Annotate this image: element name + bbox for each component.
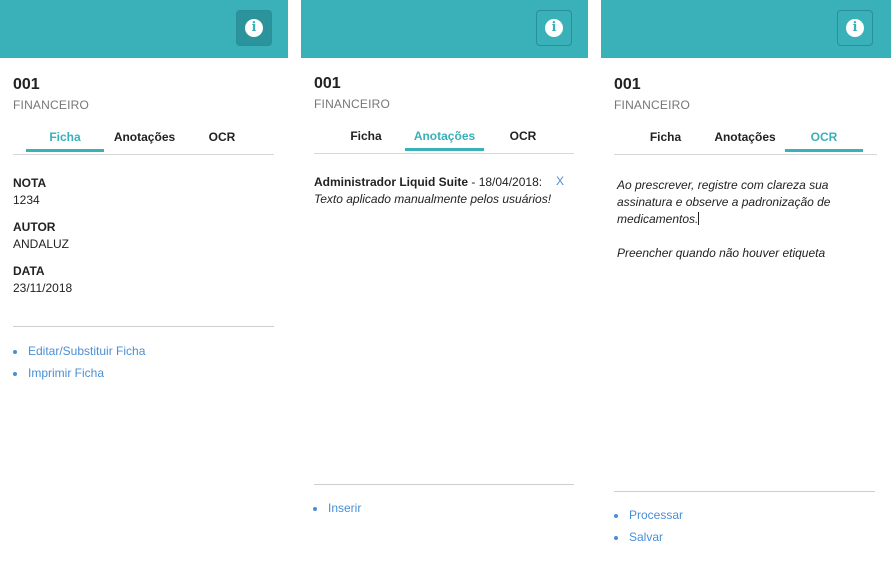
divider <box>614 491 875 492</box>
tab-ficha[interactable]: Ficha <box>26 128 104 152</box>
field-label-nota: NOTA <box>13 176 47 190</box>
edit-replace-ficha-link[interactable]: Editar/Substituir Ficha <box>13 344 146 358</box>
tab-anotacoes[interactable]: Anotações <box>405 127 484 151</box>
ocr-paragraph-1: Ao prescrever, registre com clareza sua … <box>617 178 831 226</box>
tab-ocr[interactable]: OCR <box>486 127 560 151</box>
field-label-data: DATA <box>13 264 45 278</box>
ocr-panel: i 001 FINANCEIRO Ficha Anotações OCR Ao … <box>601 0 891 566</box>
link-label: Editar/Substituir Ficha <box>28 344 146 358</box>
field-value-nota: 1234 <box>13 193 40 207</box>
info-button[interactable]: i <box>837 10 873 46</box>
tab-anotacoes[interactable]: Anotações <box>705 128 785 152</box>
tab-bar: Ficha Anotações OCR <box>314 127 574 154</box>
panel-header: i <box>301 0 588 58</box>
ocr-text-area[interactable]: Ao prescrever, registre com clareza sua … <box>617 177 879 262</box>
field-value-data: 23/11/2018 <box>13 281 73 295</box>
record-code: 001 <box>314 75 341 92</box>
tab-ocr[interactable]: OCR <box>785 128 863 152</box>
record-department: FINANCEIRO <box>13 98 90 112</box>
tab-ficha[interactable]: Ficha <box>627 128 704 152</box>
annotation-author: Administrador Liquid Suite <box>314 175 469 189</box>
text-caret <box>698 212 700 225</box>
tab-ficha[interactable]: Ficha <box>328 127 404 151</box>
anotacoes-panel: i 001 FINANCEIRO Ficha Anotações OCR Adm… <box>301 0 588 566</box>
bullet-icon <box>13 350 17 354</box>
process-link[interactable]: Processar <box>614 508 684 522</box>
bullet-icon <box>614 536 618 540</box>
annotation-date: 18/04/2018: <box>478 175 543 189</box>
tab-ocr[interactable]: OCR <box>185 128 259 152</box>
link-label: Inserir <box>328 501 362 515</box>
record-department: FINANCEIRO <box>314 97 391 111</box>
record-department: FINANCEIRO <box>614 98 691 112</box>
divider <box>314 484 574 485</box>
divider <box>13 326 274 327</box>
bullet-icon <box>614 514 618 518</box>
panel-header: i <box>0 0 288 58</box>
ocr-paragraph-2: Preencher quando não houver etiqueta <box>617 246 826 260</box>
print-ficha-link[interactable]: Imprimir Ficha <box>13 366 105 380</box>
link-label: Salvar <box>629 530 664 544</box>
annotation-separator: - <box>468 175 479 189</box>
bullet-icon <box>13 372 17 376</box>
link-label: Imprimir Ficha <box>28 366 105 380</box>
tab-bar: Ficha Anotações OCR <box>13 128 274 155</box>
info-circle-icon: i <box>846 19 864 37</box>
info-button[interactable]: i <box>236 10 272 46</box>
field-label-autor: AUTOR <box>13 220 56 234</box>
remove-annotation-button[interactable]: X <box>556 174 564 188</box>
panel-header: i <box>601 0 891 58</box>
info-circle-icon: i <box>545 19 563 37</box>
annotation-text: Texto aplicado manualmente pelos usuário… <box>314 192 552 206</box>
info-circle-icon: i <box>245 19 263 37</box>
field-value-autor: ANDALUZ <box>13 237 70 251</box>
info-button[interactable]: i <box>536 10 572 46</box>
link-label: Processar <box>629 508 684 522</box>
tab-bar: Ficha Anotações OCR <box>614 128 877 155</box>
record-code: 001 <box>614 76 641 93</box>
annotation-item: Administrador Liquid Suite - 18/04/2018:… <box>314 174 566 208</box>
tab-anotacoes[interactable]: Anotações <box>106 128 183 152</box>
ficha-panel: i 001 FINANCEIRO Ficha Anotações OCR NOT… <box>0 0 288 566</box>
bullet-icon <box>313 507 317 511</box>
record-code: 001 <box>13 76 40 93</box>
save-link[interactable]: Salvar <box>614 530 664 544</box>
insert-link[interactable]: Inserir <box>313 501 362 515</box>
